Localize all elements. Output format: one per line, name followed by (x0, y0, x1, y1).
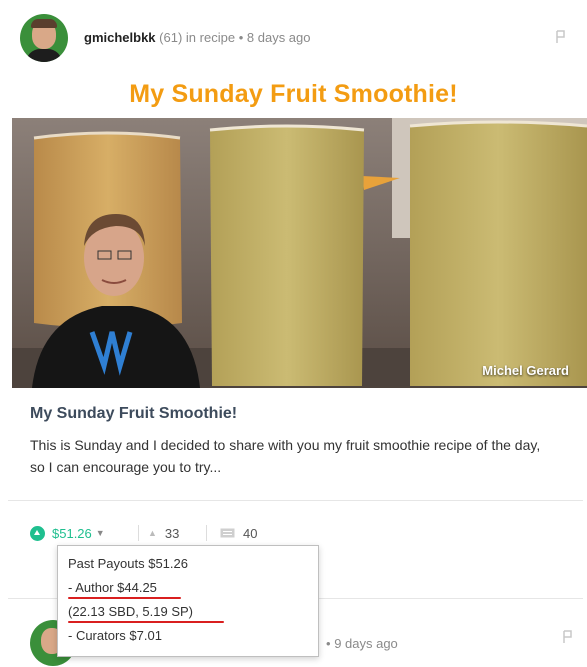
author-payout: - Author $44.25 (68, 579, 308, 603)
post-time[interactable]: 8 days ago (247, 30, 311, 45)
image-watermark: Michel Gerard (482, 363, 569, 378)
image-title: My Sunday Fruit Smoothie! (129, 80, 458, 108)
votes-label: 33 (164, 525, 180, 541)
footer-divider (8, 500, 583, 501)
upvote-icon: ▲ (148, 528, 157, 538)
post-meta: gmichelbkk (61) in recipe • 8 days ago (84, 30, 311, 45)
comments-label: 40 (243, 525, 258, 541)
breakdown-underline (68, 621, 224, 623)
next-post-meta: • 9 days ago (326, 636, 398, 651)
author-link[interactable]: gmichelbkk (84, 30, 156, 45)
post-header: gmichelbkk (61) in recipe • 8 days ago (20, 14, 570, 64)
comments-count[interactable]: 40 (220, 523, 257, 543)
pin-icon[interactable] (561, 630, 573, 644)
post-excerpt[interactable]: This is Sunday and I decided to share wi… (30, 434, 550, 478)
category-prefix: in (185, 30, 197, 45)
author-reputation: (61) (159, 30, 183, 45)
payout-amount[interactable]: $51.26 (52, 526, 92, 541)
payout-tooltip: Past Payouts $51.26 - Author $44.25 (22.… (57, 545, 319, 657)
votes-count[interactable]: ▲ 33 (148, 523, 179, 543)
meta-separator: • (326, 636, 331, 651)
author-underline (68, 597, 181, 599)
post-title[interactable]: My Sunday Fruit Smoothie! (30, 405, 237, 423)
meta-separator: • (238, 30, 244, 45)
footer-separator (138, 523, 139, 543)
payout-toggle[interactable]: $51.26 ▼ (30, 523, 105, 543)
curators-payout: - Curators $7.01 (68, 628, 162, 643)
caret-down-icon[interactable]: ▼ (96, 528, 105, 538)
past-payouts: Past Payouts $51.26 (68, 556, 188, 571)
pin-icon[interactable] (554, 30, 566, 44)
avatar[interactable] (20, 14, 68, 62)
post-image[interactable]: Michel Gerard (12, 118, 587, 388)
comment-icon (220, 528, 235, 537)
author-payout-breakdown: (22.13 SBD, 5.19 SP) (68, 603, 308, 627)
vote-icon[interactable] (30, 525, 45, 541)
category-link[interactable]: recipe (200, 30, 235, 45)
footer-separator (206, 523, 207, 543)
next-post-time[interactable]: 9 days ago (334, 636, 398, 651)
